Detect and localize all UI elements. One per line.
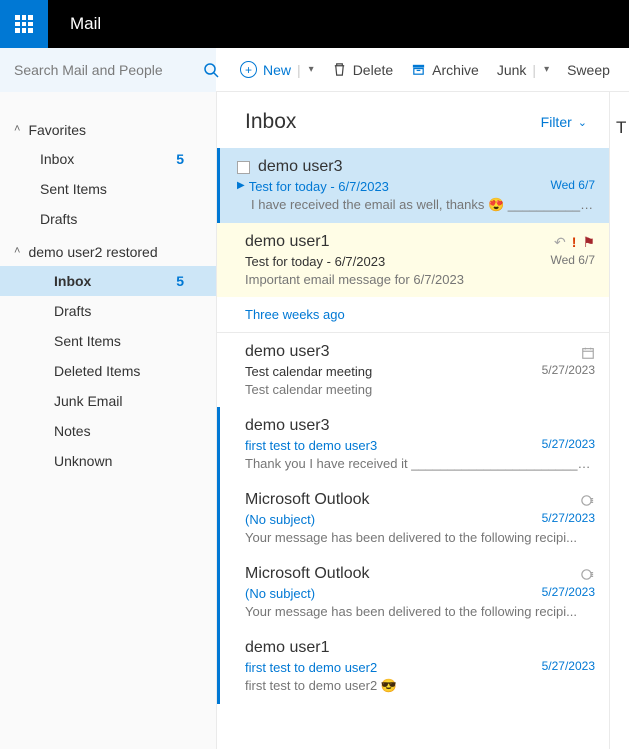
sweep-button[interactable]: Sweep	[567, 62, 610, 78]
plus-icon: +	[240, 61, 257, 78]
chevron-down-icon[interactable]: ▾	[309, 64, 314, 75]
message-item[interactable]: demo user1 ↶ ! ⚑ Test for today - 6/7/20…	[217, 223, 609, 297]
search-box[interactable]	[0, 48, 216, 92]
message-sender: demo user3	[258, 158, 343, 176]
reading-pane: T	[609, 92, 629, 749]
message-item[interactable]: demo user3 ▶ Test for today - 6/7/2023 W…	[217, 148, 609, 223]
reading-pane-initial: T	[616, 118, 626, 137]
message-subject: (No subject)	[245, 586, 315, 601]
app-title: Mail	[70, 14, 101, 34]
folder-notes[interactable]: Notes	[0, 416, 216, 446]
message-date: 5/27/2023	[542, 511, 595, 525]
waffle-icon	[15, 15, 33, 33]
junk-button[interactable]: Junk | ▾	[497, 62, 549, 78]
important-icon[interactable]: !	[572, 234, 577, 250]
message-item[interactable]: demo user3 first test to demo user3 5/27…	[217, 407, 609, 481]
message-item[interactable]: Microsoft Outlook (No subject) 5/27/2023…	[217, 481, 609, 555]
message-preview: Your message has been delivered to the f…	[245, 604, 595, 619]
message-subject: Test calendar meeting	[245, 364, 372, 379]
delete-button[interactable]: Delete	[332, 62, 393, 78]
folder-unknown[interactable]: Unknown	[0, 446, 216, 476]
message-date: 5/27/2023	[542, 363, 595, 377]
new-button[interactable]: + New | ▾	[240, 61, 314, 78]
message-item[interactable]: demo user1 first test to demo user2 5/27…	[217, 629, 609, 704]
calendar-icon	[581, 344, 595, 360]
message-subject: first test to demo user3	[245, 438, 377, 453]
select-checkbox[interactable]	[237, 161, 250, 174]
chevron-down-icon[interactable]: ▾	[544, 64, 549, 75]
delivery-icon	[580, 566, 595, 583]
message-preview: Your message has been delivered to the f…	[245, 530, 595, 545]
folder-drafts[interactable]: Drafts	[0, 296, 216, 326]
message-list-pane: Inbox Filter ⌄ demo user3 ▶ Test for	[216, 92, 609, 749]
unread-count: 5	[176, 273, 184, 289]
folder-deleted-items[interactable]: Deleted Items	[0, 356, 216, 386]
message-preview: first test to demo user2 😎	[245, 678, 595, 694]
folder-sent-items[interactable]: Sent Items	[0, 174, 216, 204]
unread-count: 5	[176, 151, 184, 167]
message-item[interactable]: demo user3 Test calendar meeting 5/27/20…	[217, 333, 609, 407]
message-date: Wed 6/7	[551, 253, 595, 267]
folder-junk-email[interactable]: Junk Email	[0, 386, 216, 416]
message-sender: demo user3	[245, 343, 330, 361]
message-sender: demo user1	[245, 639, 330, 657]
flag-icon[interactable]: ⚑	[582, 234, 595, 251]
message-sender: Microsoft Outlook	[245, 491, 369, 509]
message-subject: Test for today - 6/7/2023	[249, 179, 389, 194]
favorites-header[interactable]: ˄ Favorites	[0, 116, 216, 144]
message-date: 5/27/2023	[542, 659, 595, 673]
chevron-down-icon: ⌄	[578, 116, 587, 129]
message-preview: I have received the email as well, thank…	[237, 197, 595, 213]
app-header: Mail	[0, 0, 629, 48]
message-date: 5/27/2023	[542, 437, 595, 451]
sidebar: ˄ Favorites Inbox 5 Sent Items Drafts ˄ …	[0, 92, 216, 749]
folder-inbox[interactable]: Inbox 5	[0, 266, 216, 296]
inbox-title: Inbox	[245, 110, 296, 134]
app-launcher[interactable]	[0, 0, 48, 48]
message-sender: Microsoft Outlook	[245, 565, 369, 583]
account-header[interactable]: ˄ demo user2 restored	[0, 238, 216, 266]
filter-button[interactable]: Filter ⌄	[541, 114, 587, 130]
message-date: 5/27/2023	[542, 585, 595, 599]
archive-icon	[411, 62, 426, 77]
delivery-icon	[580, 492, 595, 509]
message-subject: (No subject)	[245, 512, 315, 527]
message-preview: Thank you I have received it ___________…	[245, 456, 595, 471]
message-preview: Important email message for 6/7/2023	[245, 272, 595, 287]
expand-caret-icon[interactable]: ▶	[237, 180, 245, 191]
message-subject: Test for today - 6/7/2023	[245, 254, 385, 269]
message-item[interactable]: Microsoft Outlook (No subject) 5/27/2023…	[217, 555, 609, 629]
archive-button[interactable]: Archive	[411, 62, 479, 78]
toolbar: + New | ▾ Delete Archive Junk | ▾ Sweep	[0, 48, 629, 92]
time-separator: Three weeks ago	[217, 297, 609, 333]
message-sender: demo user1	[245, 233, 330, 251]
message-date: Wed 6/7	[551, 178, 595, 192]
search-input[interactable]	[14, 62, 195, 78]
chevron-up-icon: ˄	[14, 123, 20, 135]
undo-icon[interactable]: ↶	[554, 234, 566, 251]
chevron-up-icon: ˄	[14, 245, 20, 257]
message-preview: Test calendar meeting	[245, 382, 595, 397]
message-sender: demo user3	[245, 417, 330, 435]
folder-inbox[interactable]: Inbox 5	[0, 144, 216, 174]
folder-sent-items[interactable]: Sent Items	[0, 326, 216, 356]
folder-drafts[interactable]: Drafts	[0, 204, 216, 234]
trash-icon	[332, 62, 347, 77]
message-subject: first test to demo user2	[245, 660, 377, 675]
